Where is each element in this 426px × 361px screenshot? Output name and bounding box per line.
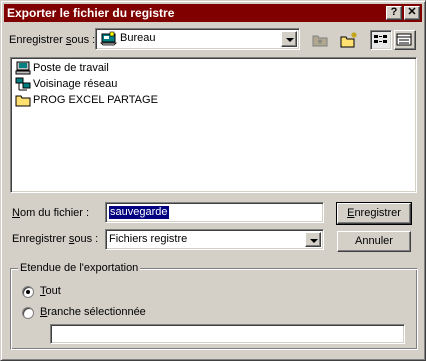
filename-label: Nom du fichier : <box>12 207 90 219</box>
filetype-dropdown-button[interactable] <box>305 232 321 247</box>
desktop-icon <box>100 31 117 46</box>
help-button[interactable]: ? <box>386 6 402 20</box>
close-icon: ✕ <box>407 6 417 18</box>
up-one-level-button[interactable] <box>309 30 331 50</box>
folder-up-icon <box>312 35 328 47</box>
network-neighborhood-icon <box>15 77 31 91</box>
details-view-icon <box>396 33 412 46</box>
radio-all[interactable] <box>22 286 34 298</box>
my-computer-icon <box>15 61 31 75</box>
filetype-combo[interactable]: Fichiers registre <box>105 229 324 250</box>
dialog-title: Exporter le fichier du registre <box>7 6 175 20</box>
save-in-dropdown-button[interactable] <box>281 31 297 47</box>
create-new-folder-button[interactable] <box>338 30 360 50</box>
filetype-value: Fichiers registre <box>109 233 188 245</box>
file-list[interactable]: Poste de travail Voisinage réseau PROG E… <box>10 57 417 193</box>
new-folder-icon <box>340 32 357 48</box>
save-in-combo[interactable]: Bureau <box>95 28 300 50</box>
radio-selected-branch-label[interactable]: Branche sélectionnée <box>40 306 146 319</box>
help-icon: ? <box>390 6 398 18</box>
radio-all-label[interactable]: Tout <box>40 285 61 298</box>
save-dialog: Exporter le fichier du registre ? ✕ Enre… <box>0 0 426 361</box>
save-button[interactable]: Enregistrer <box>336 202 412 225</box>
details-view-button[interactable] <box>394 30 416 50</box>
filename-input[interactable]: sauvegarde <box>105 202 324 223</box>
filetype-label: Enregistrer sous : <box>12 233 99 245</box>
title-bar: Exporter le fichier du registre ? ✕ <box>4 4 422 22</box>
branch-path-input[interactable] <box>50 324 405 344</box>
close-button[interactable]: ✕ <box>404 6 420 20</box>
list-view-button[interactable] <box>370 30 392 50</box>
cancel-button[interactable]: Annuler <box>337 231 411 252</box>
save-in-label: Enregistrer sous : <box>9 34 96 46</box>
save-in-value: Bureau <box>120 32 156 44</box>
folder-icon <box>15 95 31 107</box>
filename-value: sauvegarde <box>109 206 169 219</box>
export-range-legend: Etendue de l'exportation <box>18 262 141 275</box>
radio-selected-branch[interactable] <box>22 307 34 319</box>
list-view-icon <box>374 35 387 43</box>
